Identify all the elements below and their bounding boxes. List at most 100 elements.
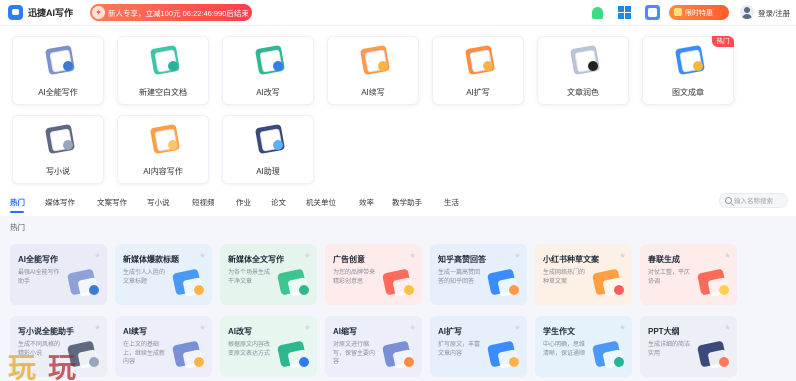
template-card[interactable]: 学生作文 中心明确，思维清晰，保证通顺 ★: [535, 316, 632, 377]
template-card[interactable]: PPT大纲 生成详细的简洁实用 ★: [640, 316, 737, 377]
template-description: 最强AI全能写作助手: [18, 270, 60, 285]
tool-label: AI助理: [256, 167, 280, 176]
favorite-star-icon[interactable]: ★: [304, 251, 311, 260]
template-card[interactable]: 知乎高赞回答 生成一篇高赞回答的知乎回答 ★: [430, 244, 527, 305]
template-card[interactable]: 新媒体爆款标题 生成引人入胜的文章标题 ★: [115, 244, 212, 305]
image-to-article-icon: [673, 44, 707, 77]
template-description: 为各个场景生成干净文章: [228, 270, 271, 285]
template-illustration-icon: [591, 340, 626, 371]
tool-card[interactable]: 文章润色: [537, 36, 629, 105]
template-illustration-icon: [381, 340, 416, 371]
tab-item[interactable]: 论文: [271, 197, 286, 208]
tool-card[interactable]: AI内容写作: [117, 115, 209, 184]
template-title: AI扩写: [438, 327, 462, 336]
tool-label: AI改写: [256, 88, 280, 97]
tab-item[interactable]: 生活: [444, 197, 459, 208]
favorite-star-icon[interactable]: ★: [619, 251, 626, 260]
favorite-star-icon[interactable]: ★: [514, 323, 521, 332]
watermark-part-1: 玩: [8, 351, 36, 381]
template-card[interactable]: AI续写 在上文的基础上，继续生成新内容 ★: [115, 316, 212, 377]
user-avatar-icon[interactable]: [740, 5, 754, 19]
new-document-icon: [148, 44, 182, 77]
favorite-star-icon[interactable]: ★: [409, 323, 416, 332]
favorite-star-icon[interactable]: ★: [409, 251, 416, 260]
watermark-logo: 玩玩: [8, 346, 76, 381]
tab-item[interactable]: 作业: [236, 197, 251, 208]
tab-item[interactable]: 热门: [10, 197, 25, 208]
tool-card[interactable]: 图文成章 热门: [642, 36, 734, 105]
vip-offer-button[interactable]: 限时特惠: [669, 5, 729, 20]
tool-grid: AI全能写作 新建空白文档 AI改写 AI续写 AI扩写 文章润色 图文成章 热门写小说 AI内…: [0, 26, 796, 186]
tool-card[interactable]: AI改写: [222, 36, 314, 105]
favorite-star-icon[interactable]: ★: [199, 323, 206, 332]
tab-item[interactable]: 短视频: [192, 197, 215, 208]
template-card[interactable]: 小红书种草文案 生成网络热门的种草文案 ★: [535, 244, 632, 305]
template-illustration-icon: [696, 340, 731, 371]
tool-label: 文章润色: [567, 88, 599, 97]
tool-card[interactable]: AI扩写: [432, 36, 524, 105]
template-card[interactable]: 广告创意 为您的品牌带来精彩创意思 ★: [325, 244, 422, 305]
tab-item[interactable]: 文案写作: [97, 197, 127, 208]
template-title: AI改写: [228, 327, 252, 336]
favorite-star-icon[interactable]: ★: [724, 251, 731, 260]
template-card[interactable]: 春联生成 对仗工整，平仄协调 ★: [640, 244, 737, 305]
favorite-star-icon[interactable]: ★: [619, 323, 626, 332]
login-link[interactable]: 登录/注册: [758, 8, 790, 19]
template-card[interactable]: AI扩写扩写原文，丰富文章内容 ★: [430, 316, 527, 377]
continue-writing-icon: [358, 44, 392, 77]
search-icon: [725, 197, 732, 204]
favorite-star-icon[interactable]: ★: [94, 323, 101, 332]
favorite-star-icon[interactable]: ★: [199, 251, 206, 260]
tool-label: AI扩写: [466, 88, 490, 97]
favorite-star-icon[interactable]: ★: [94, 251, 101, 260]
template-illustration-icon: [696, 268, 731, 299]
tab-item[interactable]: 机关单位: [306, 197, 336, 208]
hot-badge: 热门: [712, 36, 734, 47]
favorite-star-icon[interactable]: ★: [514, 251, 521, 260]
tool-label: 新建空白文档: [139, 88, 187, 97]
tool-label: AI全能写作: [38, 88, 78, 97]
favorite-star-icon[interactable]: ★: [724, 323, 731, 332]
content-writing-icon: [148, 123, 182, 156]
template-title: AI续写: [123, 327, 147, 336]
search-input[interactable]: [734, 195, 786, 207]
tool-card[interactable]: AI续写: [327, 36, 419, 105]
app-title: 迅捷AI写作: [28, 8, 74, 18]
tool-label: AI续写: [361, 88, 385, 97]
windows-icon[interactable]: [617, 5, 632, 20]
template-description: 对仗工整，平仄协调: [648, 270, 691, 285]
template-card[interactable]: 新媒体全文写作 为各个场景生成干净文章 ★: [220, 244, 317, 305]
assistant-robot-icon: [253, 123, 287, 156]
promo-text: 新人专享，立减100元 06:22:46:990后结束: [108, 9, 249, 18]
tool-label: 写小说: [46, 167, 70, 176]
template-card[interactable]: AI缩写 对原文进行缩写，保留主要内容 ★: [325, 316, 422, 377]
template-title: 写小说全能助手: [18, 327, 74, 336]
desktop-tool-icon[interactable]: [645, 5, 660, 20]
template-card[interactable]: AI全能写作最强AI全能写作助手 ★: [10, 244, 107, 305]
active-tab-indicator: [10, 211, 24, 213]
promo-banner[interactable]: ✦ 新人专享，立减100元 06:22:46:990后结束: [90, 4, 252, 21]
category-tabs: 热门 媒体写作 文案写作 写小说 短视频 作业 论文 机关单位 效率 教学助手 生活: [0, 186, 796, 216]
template-description: 扩写原文，丰富文章内容: [438, 342, 481, 357]
app-logo-icon: [8, 5, 23, 20]
tool-card[interactable]: 写小说: [12, 115, 104, 184]
tab-item[interactable]: 媒体写作: [45, 197, 75, 208]
section-title: 热门: [10, 223, 25, 232]
tool-card[interactable]: AI助理: [222, 115, 314, 184]
android-icon[interactable]: [590, 5, 605, 20]
template-description: 根据原文内容改变原文表达方式: [228, 342, 271, 357]
tab-item[interactable]: 写小说: [147, 197, 170, 208]
search-box[interactable]: [719, 193, 788, 208]
watermark-part-2: 玩: [48, 351, 76, 381]
template-card[interactable]: AI改写根据原文内容改变原文表达方式 ★: [220, 316, 317, 377]
top-header: 迅捷AI写作 ✦ 新人专享，立减100元 06:22:46:990后结束 限时特…: [0, 0, 796, 26]
tab-item[interactable]: 效率: [359, 197, 374, 208]
template-title: AI全能写作: [18, 255, 58, 264]
polish-icon: [568, 44, 602, 77]
tool-card[interactable]: 新建空白文档: [117, 36, 209, 105]
template-title: AI缩写: [333, 327, 357, 336]
tool-card[interactable]: AI全能写作: [12, 36, 104, 105]
tab-item[interactable]: 教学助手: [392, 197, 422, 208]
template-description: 生成详细的简洁实用: [648, 342, 691, 357]
favorite-star-icon[interactable]: ★: [304, 323, 311, 332]
